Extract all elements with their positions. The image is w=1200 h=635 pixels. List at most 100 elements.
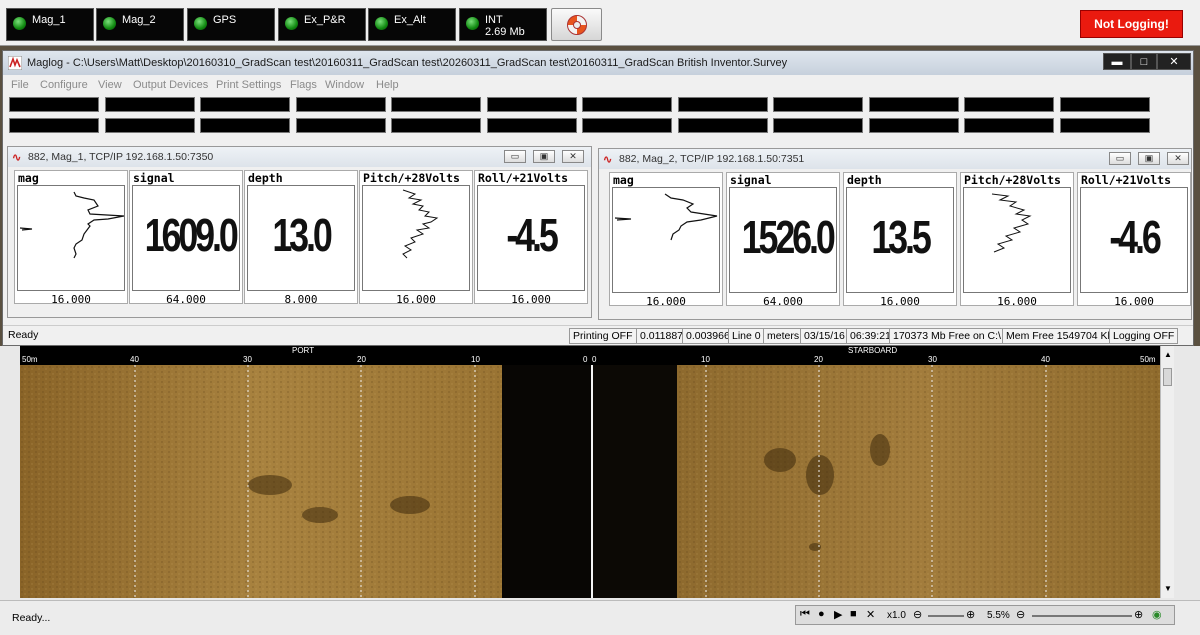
data-slot xyxy=(295,118,386,133)
data-slot xyxy=(486,97,577,112)
data-slot xyxy=(1059,118,1150,133)
speed-decrease-icon[interactable]: ⊖ xyxy=(913,608,922,621)
range-tick: 40 xyxy=(130,355,139,364)
range-tick: 20 xyxy=(814,355,823,364)
child-restore-button[interactable]: ▣ xyxy=(1138,152,1160,165)
sonar-vertical-scrollbar[interactable]: ▲ ▼ xyxy=(1160,346,1174,598)
panel-scale: 16.000 xyxy=(997,295,1037,308)
data-slot xyxy=(391,118,481,133)
logging-status-button[interactable]: Not Logging! xyxy=(1080,10,1183,38)
status-mem-free: Mem Free 1549704 Kb xyxy=(1002,328,1118,344)
minimize-button[interactable]: ▬ xyxy=(1103,53,1131,70)
indicator-sub: 2.69 Mb xyxy=(485,26,525,38)
roll-value: -4.5 xyxy=(506,209,558,261)
menu-help[interactable]: Help xyxy=(376,79,399,91)
panel-scale: 64.000 xyxy=(166,293,206,306)
data-slot xyxy=(773,97,863,112)
scroll-up-icon[interactable]: ▲ xyxy=(1164,350,1172,359)
status-led-icon xyxy=(103,17,116,30)
data-slot xyxy=(104,118,195,133)
mag-trace-graph xyxy=(614,193,718,241)
maglog-app-icon xyxy=(8,56,22,70)
record-icon[interactable]: ● xyxy=(818,608,825,620)
panel-label: Roll/+21Volts xyxy=(1081,173,1172,187)
menu-configure[interactable]: Configure xyxy=(40,79,88,91)
menu-print-settings[interactable]: Print Settings xyxy=(216,79,281,91)
data-slot xyxy=(200,118,290,133)
globe-icon[interactable]: ◉ xyxy=(1152,608,1162,621)
depth-value: 13.0 xyxy=(272,209,332,261)
data-slot xyxy=(868,97,959,112)
data-slot xyxy=(391,97,481,112)
depth-value: 13.5 xyxy=(871,211,931,263)
child-minimize-button[interactable]: ▭ xyxy=(504,150,526,163)
range-tick: 10 xyxy=(471,355,480,364)
panel-scale: 16.000 xyxy=(1114,295,1154,308)
speed-increase-icon[interactable]: ⊕ xyxy=(966,608,975,621)
rewind-icon[interactable]: ⏮ xyxy=(800,608,810,621)
window-titlebar[interactable]: Maglog - C:\Users\Matt\Desktop\20160310_… xyxy=(3,51,1193,75)
mag1-child-window: ∿ 882, Mag_1, TCP/IP 192.168.1.50:7350 ▭… xyxy=(7,146,592,318)
zoom-slider[interactable] xyxy=(1032,615,1132,617)
maximize-button[interactable]: □ xyxy=(1131,53,1157,70)
panel-label: mag xyxy=(18,171,39,185)
indicator-gps[interactable]: GPS xyxy=(187,8,275,41)
data-slot xyxy=(964,118,1054,133)
data-slot xyxy=(773,118,863,133)
child-titlebar[interactable]: ∿ 882, Mag_2, TCP/IP 192.168.1.50:7351 ▭… xyxy=(599,149,1191,169)
close-button[interactable]: ✕ xyxy=(1157,53,1191,70)
sonar-status-text: Ready... xyxy=(12,612,51,624)
indicator-ex-pr[interactable]: Ex_P&R xyxy=(278,8,366,41)
indicator-int[interactable]: INT 2.69 Mb xyxy=(459,8,547,41)
menu-output-devices[interactable]: Output Devices xyxy=(133,79,208,91)
panel-label: Roll/+21Volts xyxy=(478,171,569,185)
child-restore-button[interactable]: ▣ xyxy=(533,150,555,163)
indicator-mag1[interactable]: Mag_1 xyxy=(6,8,94,41)
play-icon[interactable]: ▶ xyxy=(834,608,842,621)
maximize-icon: □ xyxy=(1140,56,1148,68)
indicator-ex-alt[interactable]: Ex_Alt xyxy=(368,8,456,41)
indicator-label: Ex_Alt xyxy=(394,14,426,26)
data-slot-grid xyxy=(9,97,1159,137)
menu-bar: File Configure View Output Devices Print… xyxy=(3,76,1193,94)
stop-icon[interactable]: ■ xyxy=(850,608,857,620)
indicator-label: Mag_2 xyxy=(122,14,156,26)
menu-flags[interactable]: Flags xyxy=(290,79,317,91)
indicator-label: Mag_1 xyxy=(32,14,66,26)
close-playback-icon[interactable]: ✕ xyxy=(866,608,875,621)
scroll-down-icon[interactable]: ▼ xyxy=(1164,584,1172,593)
child-close-button[interactable]: ✕ xyxy=(562,150,584,163)
status-date: 03/15/16 xyxy=(800,328,849,344)
data-slot xyxy=(9,118,99,133)
panel-label: depth xyxy=(847,173,882,187)
status-bar: Ready Printing OFF 0.011887 0.003966 Lin… xyxy=(3,325,1193,345)
range-tick: 50m xyxy=(1140,355,1156,364)
signal-panel: signal 1609.0 64.000 xyxy=(129,170,243,306)
panel-label: mag xyxy=(613,173,634,187)
menu-window[interactable]: Window xyxy=(325,79,364,91)
menu-view[interactable]: View xyxy=(98,79,122,91)
panel-scale: 16.000 xyxy=(880,295,920,308)
child-close-button[interactable]: ✕ xyxy=(1167,152,1189,165)
roll-panel: Roll/+21Volts -4.5 16.000 xyxy=(474,170,588,306)
panel-label: Pitch/+28Volts xyxy=(363,171,460,185)
lifebuoy-icon xyxy=(567,15,587,35)
child-titlebar[interactable]: ∿ 882, Mag_1, TCP/IP 192.168.1.50:7350 ▭… xyxy=(8,147,591,167)
data-slot xyxy=(104,97,195,112)
data-slot xyxy=(9,97,99,112)
mag-trace-panel: mag 16.000 xyxy=(14,170,128,306)
range-tick: 20 xyxy=(357,355,366,364)
menu-file[interactable]: File xyxy=(11,79,29,91)
zoom-increase-icon[interactable]: ⊕ xyxy=(1134,608,1143,621)
indicator-mag2[interactable]: Mag_2 xyxy=(96,8,184,41)
status-led-icon xyxy=(13,17,26,30)
scroll-thumb[interactable] xyxy=(1163,368,1172,386)
sonar-waterfall-image[interactable] xyxy=(20,365,1160,598)
zoom-decrease-icon[interactable]: ⊖ xyxy=(1016,608,1025,621)
mag2-child-window: ∿ 882, Mag_2, TCP/IP 192.168.1.50:7351 ▭… xyxy=(598,148,1192,320)
help-button[interactable] xyxy=(551,8,602,41)
speed-slider[interactable] xyxy=(928,615,964,617)
child-minimize-button[interactable]: ▭ xyxy=(1109,152,1131,165)
data-slot xyxy=(295,97,386,112)
child-title: 882, Mag_1, TCP/IP 192.168.1.50:7350 xyxy=(28,151,214,163)
